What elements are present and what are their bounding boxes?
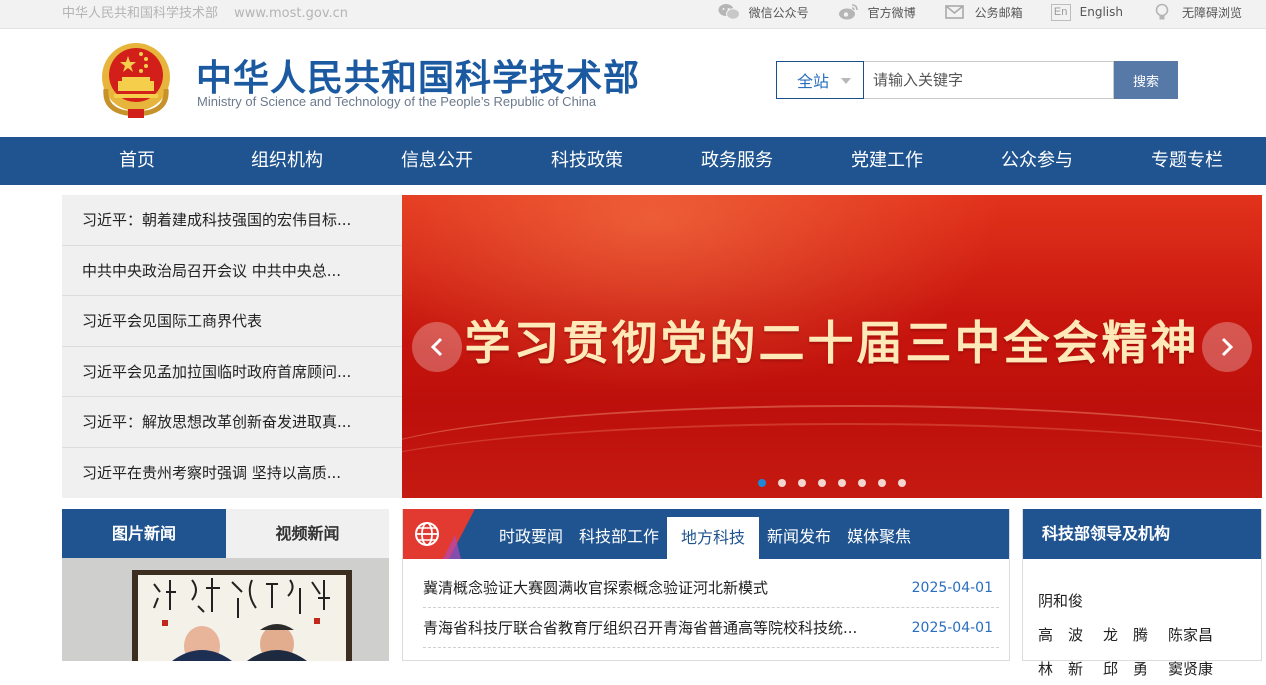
nav-services[interactable]: 政务服务 [662,137,812,185]
news-photo-image [62,558,389,661]
carousel-dot[interactable] [898,479,906,487]
headline-list: 习近平：朝着建成科技强国的宏伟目标... 中共中央政治局召开会议 中共中央总..… [62,195,402,498]
chevron-right-icon [1221,337,1234,357]
globe-icon [403,509,475,559]
tab-local-tech[interactable]: 地方科技 [667,517,760,559]
top-bar: 中华人民共和国科学技术部 www.most.gov.cn 微信公众号 官方微博 … [0,0,1266,29]
carousel-dot[interactable] [838,479,846,487]
tab-ministry-work[interactable]: 科技部工作 [571,509,667,559]
leader-name[interactable]: 龙 腾 [1103,624,1148,645]
media-tabs: 图片新闻 视频新闻 [62,509,389,558]
search-input[interactable] [864,61,1114,99]
search-button[interactable]: 搜索 [1114,61,1178,99]
headline-item[interactable]: 习近平：朝着建成科技强国的宏伟目标... [62,195,402,246]
english-link[interactable]: En English [1050,3,1123,21]
weibo-icon [837,3,859,21]
leadership-title[interactable]: 科技部领导及机构 [1023,509,1261,559]
tab-video-news[interactable]: 视频新闻 [226,509,389,558]
wechat-label: 微信公众号 [748,5,809,20]
english-icon: En [1050,3,1071,21]
news-title: 冀清概念验证大赛圆满收官探索概念验证河北新模式 [423,579,769,597]
news-date: 2025-04-01 [911,580,993,596]
chevron-left-icon [430,337,443,357]
nav-policy[interactable]: 科技政策 [512,137,662,185]
leader-name[interactable]: 陈家昌 [1168,624,1213,645]
nav-public-participation[interactable]: 公众参与 [962,137,1112,185]
news-date: 2025-04-01 [911,620,993,636]
main-nav: 首页 组织机构 信息公开 科技政策 政务服务 党建工作 公众参与 专题专栏 [0,137,1266,185]
news-panel: 时政要闻 科技部工作 地方科技 新闻发布 媒体聚焦 冀清概念验证大赛圆满收官探索… [402,509,1010,661]
headline-item[interactable]: 习近平会见孟加拉国临时政府首席顾问... [62,347,402,397]
top-links: 微信公众号 官方微博 公务邮箱 En English 无障碍浏览 [690,0,1242,24]
nav-information[interactable]: 信息公开 [362,137,512,185]
chevron-down-icon [841,78,851,84]
site-identity: 中华人民共和国科学技术部 www.most.gov.cn [62,2,360,21]
media-news-panel: 图片新闻 视频新闻 [62,509,389,661]
banner-title: 学习贯彻党的二十届三中全会精神 [464,316,1200,370]
mail-link[interactable]: 公务邮箱 [944,3,1023,21]
headline-item[interactable]: 习近平会见国际工商界代表 [62,296,402,347]
accessibility-icon [1151,3,1173,21]
carousel-dot[interactable] [758,479,766,487]
tab-politics[interactable]: 时政要闻 [491,509,571,559]
nav-home[interactable]: 首页 [62,137,212,185]
accessibility-label: 无障碍浏览 [1181,5,1242,20]
tab-picture-news[interactable]: 图片新闻 [62,509,226,558]
news-tabs: 时政要闻 科技部工作 地方科技 新闻发布 媒体聚焦 [491,509,919,559]
nav-organization[interactable]: 组织机构 [212,137,362,185]
wechat-icon [718,3,740,21]
site-header: 中华人民共和国科学技术部 Ministry of Science and Tec… [0,29,1266,137]
tab-media-focus[interactable]: 媒体聚焦 [839,509,919,559]
accessibility-link[interactable]: 无障碍浏览 [1151,3,1242,21]
banner-carousel[interactable]: 学习贯彻党的二十届三中全会精神 [402,195,1262,498]
mail-label: 公务邮箱 [974,5,1023,20]
nav-special-topics[interactable]: 专题专栏 [1112,137,1262,185]
national-emblem-icon[interactable] [98,39,174,119]
nav-party-building[interactable]: 党建工作 [812,137,962,185]
weibo-label: 官方微博 [867,5,916,20]
carousel-dot[interactable] [818,479,826,487]
news-title: 青海省科技厅联合省教育厅组织召开青海省普通高等院校科技统... [423,619,858,637]
leader-name[interactable]: 阴和俊 [1038,590,1083,611]
leader-names: 阴和俊 高 波 龙 腾 陈家昌 林 新 邱 勇 窦贤康 [1023,559,1261,685]
news-list-item[interactable]: 冀清概念验证大赛圆满收官探索概念验证河北新模式 2025-04-01 [423,568,999,608]
site-name: 中华人民共和国科学技术部 [62,6,219,21]
mail-icon [944,3,966,21]
carousel-prev-button[interactable] [412,322,462,372]
leader-name[interactable]: 高 波 [1038,624,1083,645]
carousel-next-button[interactable] [1202,322,1252,372]
carousel-dot[interactable] [858,479,866,487]
weibo-link[interactable]: 官方微博 [837,3,916,21]
english-label: English [1079,5,1123,19]
headline-item[interactable]: 习近平：解放思想改革创新奋发进取真... [62,397,402,448]
news-list: 冀清概念验证大赛圆满收官探索概念验证河北新模式 2025-04-01 青海省科技… [403,559,1009,648]
carousel-pagination [758,479,918,487]
search-scope-dropdown[interactable]: 全站 [776,61,864,99]
news-tab-bar: 时政要闻 科技部工作 地方科技 新闻发布 媒体聚焦 [403,509,1009,559]
headline-item[interactable]: 习近平在贵州考察时强调 坚持以高质... [62,448,402,499]
leadership-panel: 科技部领导及机构 阴和俊 高 波 龙 腾 陈家昌 林 新 邱 勇 窦贤康 [1022,509,1262,678]
search-scope-label: 全站 [797,72,830,91]
site-title-english: Ministry of Science and Technology of th… [197,94,597,109]
wechat-link[interactable]: 微信公众号 [718,3,809,21]
search-bar: 全站 搜索 [776,61,1178,99]
news-list-item[interactable]: 青海省科技厅联合省教育厅组织召开青海省普通高等院校科技统... 2025-04-… [423,608,999,648]
headline-item[interactable]: 中共中央政治局召开会议 中共中央总... [62,246,402,296]
carousel-dot[interactable] [798,479,806,487]
carousel-dot[interactable] [778,479,786,487]
carousel-dot[interactable] [878,479,886,487]
site-url[interactable]: www.most.gov.cn [234,6,348,21]
news-photo[interactable] [62,558,389,661]
tab-press-release[interactable]: 新闻发布 [759,509,839,559]
